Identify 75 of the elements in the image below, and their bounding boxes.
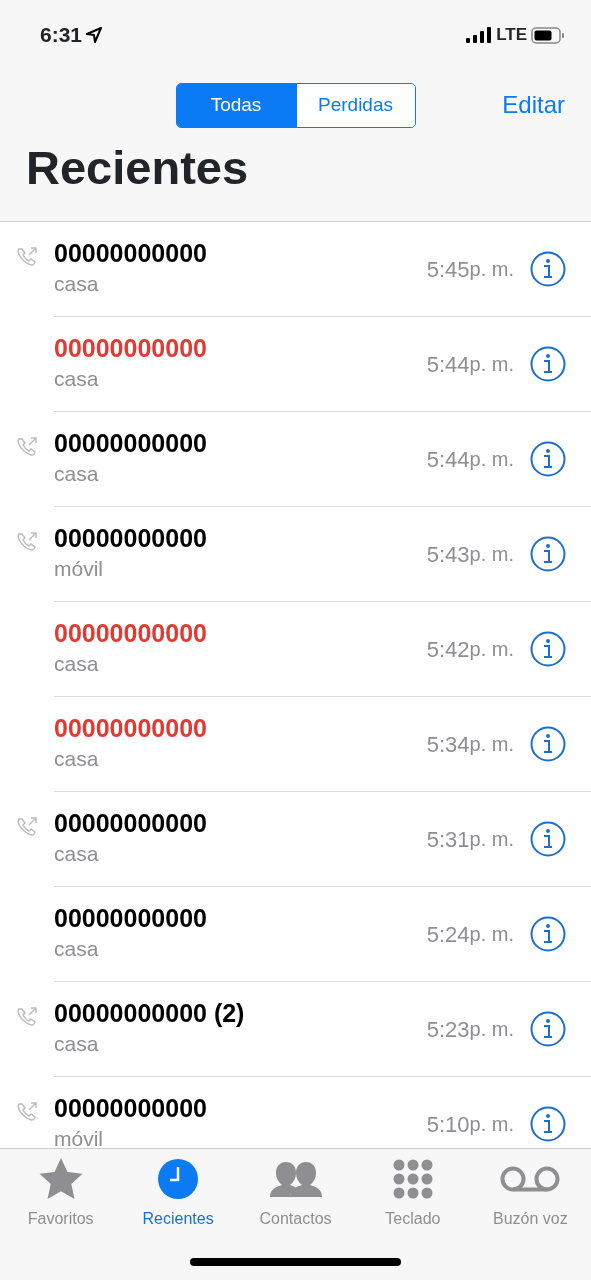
phone-number: 00000000000 <box>54 713 208 744</box>
outgoing-call-icon <box>16 435 38 458</box>
phone-number: 00000000000 <box>54 618 208 649</box>
contacts-icon <box>267 1161 324 1197</box>
number-label: casa <box>54 366 100 393</box>
call-time: 5:44 <box>426 350 470 379</box>
call-time: 5:10 <box>426 1110 470 1139</box>
time-period: p. m. <box>469 732 514 757</box>
battery-icon <box>531 26 565 44</box>
edit-button[interactable]: Editar <box>502 87 565 123</box>
outgoing-call-icon <box>16 1005 38 1028</box>
page-title: Recientes <box>25 140 250 196</box>
info-icon[interactable] <box>530 251 566 287</box>
call-time: 5:31 <box>426 825 470 854</box>
time-period: p. m. <box>469 542 514 567</box>
outgoing-call-icon <box>16 1100 38 1123</box>
info-icon[interactable] <box>530 821 566 857</box>
info-icon[interactable] <box>530 1011 566 1047</box>
time-period: p. m. <box>469 922 514 947</box>
voicemail-icon <box>500 1165 561 1193</box>
tab-bar-item[interactable]: Teclado <box>354 1149 472 1280</box>
call-time: 5:34 <box>426 730 470 759</box>
network-label: LTE <box>496 24 527 47</box>
signal-icon <box>466 27 493 43</box>
number-label: casa <box>54 461 100 488</box>
phone-number: 00000000000 <box>54 1093 208 1124</box>
number-label: casa <box>54 651 100 678</box>
phone-number: 00000000000 <box>54 428 208 459</box>
phone-number: 00000000000 <box>54 808 208 839</box>
number-label: casa <box>54 746 100 773</box>
info-icon[interactable] <box>530 1106 566 1142</box>
time-period: p. m. <box>469 352 514 377</box>
phone-number: 00000000000 <box>54 333 208 364</box>
time-period: p. m. <box>469 827 514 852</box>
phone-number: 00000000000 <box>54 238 208 269</box>
time-period: p. m. <box>469 637 514 662</box>
outgoing-call-icon <box>16 530 38 553</box>
phone-number: 00000000000 <box>54 523 208 554</box>
number-label: móvil <box>54 556 104 583</box>
info-icon[interactable] <box>530 441 566 477</box>
tab-bar-item[interactable]: Contactos <box>236 1149 355 1280</box>
call-time: 5:42 <box>426 635 470 664</box>
info-icon[interactable] <box>530 631 566 667</box>
number-label: casa <box>54 936 100 963</box>
number-label: casa <box>54 271 100 298</box>
time-period: p. m. <box>469 1017 514 1042</box>
tab-bar-item[interactable]: Recientes <box>119 1149 237 1280</box>
tab-bar-item[interactable]: Buzón voz <box>471 1149 590 1280</box>
info-icon[interactable] <box>530 916 566 952</box>
outgoing-call-icon <box>16 245 38 268</box>
call-time: 5:24 <box>426 920 470 949</box>
clock-icon <box>158 1159 199 1199</box>
info-icon[interactable] <box>530 536 566 572</box>
time-period: p. m. <box>469 1112 514 1137</box>
clock-time: 6:31 <box>40 22 83 49</box>
info-icon[interactable] <box>530 726 566 762</box>
segment-tab[interactable]: Todas <box>176 83 296 127</box>
call-time: 5:44 <box>426 445 470 474</box>
call-time: 5:23 <box>426 1015 470 1044</box>
outgoing-call-icon <box>16 815 38 838</box>
info-icon[interactable] <box>530 346 566 382</box>
number-label: casa <box>54 841 100 868</box>
location-icon <box>86 27 103 43</box>
call-time: 5:43 <box>426 540 470 569</box>
number-label: móvil <box>54 1126 104 1149</box>
number-label: casa <box>54 1031 100 1058</box>
segment-tab[interactable]: Perdidas <box>295 83 415 127</box>
time-period: p. m. <box>469 447 514 472</box>
call-time: 5:45 <box>426 255 470 284</box>
keypad-icon <box>392 1159 433 1199</box>
star-icon <box>37 1157 84 1201</box>
tab-bar-item[interactable]: Favoritos <box>2 1149 120 1280</box>
phone-number: 00000000000 (2) <box>54 998 246 1029</box>
phone-number: 00000000000 <box>54 903 208 934</box>
time-period: p. m. <box>469 257 514 282</box>
